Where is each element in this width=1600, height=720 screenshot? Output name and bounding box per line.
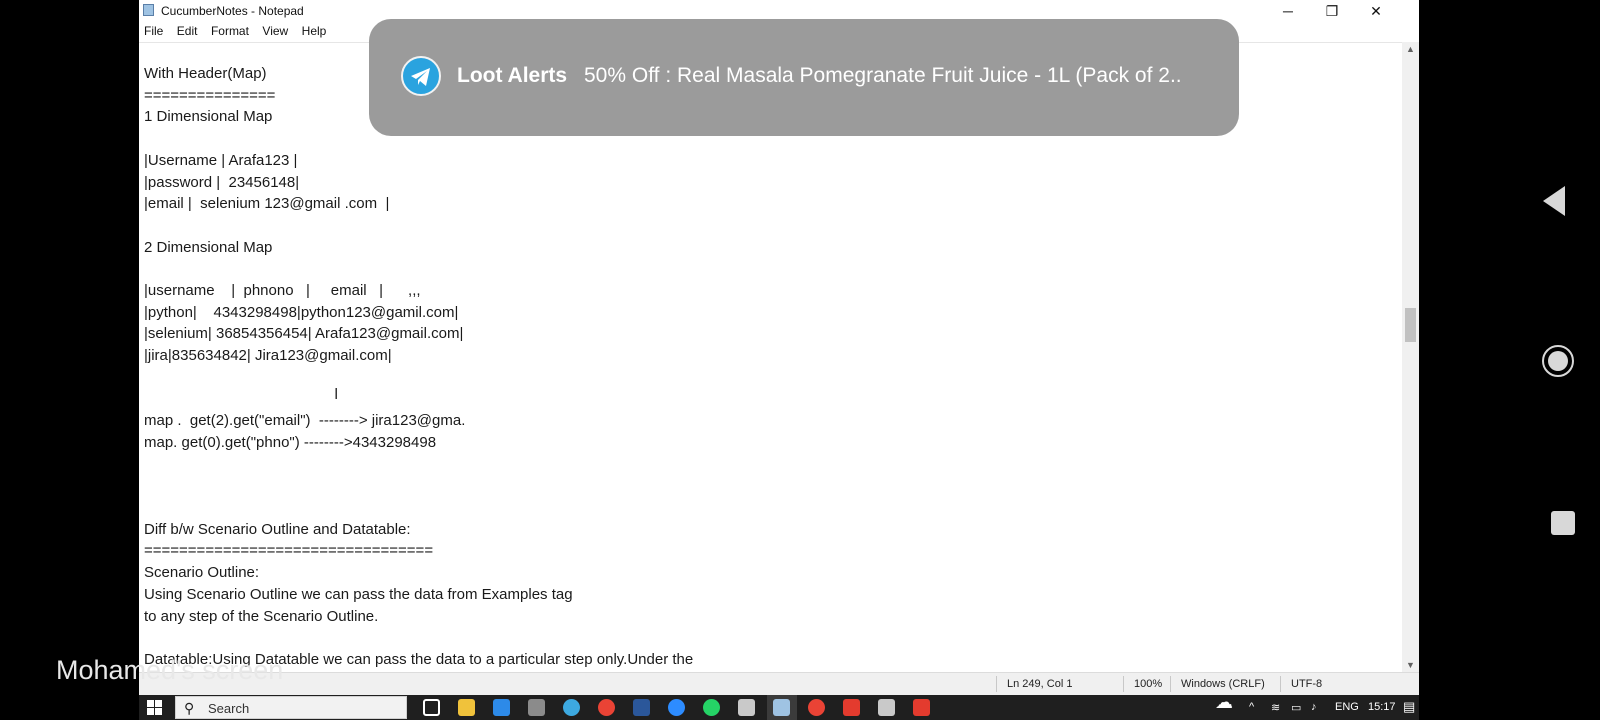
line-ending: Windows (CRLF) <box>1181 678 1265 690</box>
app-2-icon[interactable] <box>878 699 895 716</box>
wps-icon[interactable] <box>843 699 860 716</box>
onedrive-icon[interactable]: ☁ <box>1215 692 1233 713</box>
status-divider <box>1123 676 1124 692</box>
word-icon[interactable] <box>633 699 650 716</box>
telegram-notification[interactable]: Loot Alerts 50% Off : Real Masala Pomegr… <box>369 19 1239 136</box>
battery-icon[interactable]: ▭ <box>1291 701 1301 714</box>
menu-format[interactable]: Format <box>207 22 253 38</box>
editor-line: |username | phnono | email | ,,, <box>144 282 421 299</box>
windows-taskbar: ⚲ Search ☁ ^ ≋ ▭ ♪ ENG 15:17 ▤ <box>139 692 1419 720</box>
restore-button[interactable]: ❐ <box>1311 0 1353 22</box>
editor-line: |selenium| 36854356454| Arafa123@gmail.c… <box>144 325 464 342</box>
android-back-icon[interactable] <box>1543 186 1565 216</box>
menu-view[interactable]: View <box>258 22 292 38</box>
editor-line: |email | selenium 123@gmail .com | <box>144 195 390 212</box>
editor-line: |Username | Arafa123 | <box>144 152 298 169</box>
encoding: UTF-8 <box>1291 678 1323 690</box>
telegram-icon <box>401 56 441 96</box>
settings-icon[interactable] <box>528 699 545 716</box>
editor-line: Using Scenario Outline we can pass the d… <box>144 586 573 603</box>
search-icon: ⚲ <box>184 700 195 716</box>
editor-line: map. get(0).get("phno") -------->4343298… <box>144 434 437 451</box>
chrome-icon[interactable] <box>598 699 615 716</box>
editor-line: =============== <box>144 87 276 104</box>
status-divider <box>996 676 997 692</box>
start-windows-icon[interactable] <box>147 700 162 715</box>
editor-line: map . get(2).get("email") --------> jira… <box>144 412 466 429</box>
clock[interactable]: 15:17 <box>1368 701 1396 713</box>
zoom-level: 100% <box>1134 678 1163 690</box>
android-recents-icon[interactable] <box>1551 511 1575 535</box>
notepad-icon[interactable] <box>773 699 790 716</box>
notification-message: 50% Off : Real Masala Pomegranate Fruit … <box>584 64 1182 87</box>
editor-line: ================================= <box>144 542 434 559</box>
taskbar-search[interactable]: ⚲ Search <box>175 696 407 719</box>
scroll-up-icon[interactable]: ▲ <box>1406 44 1415 54</box>
editor-line: Diff b/w Scenario Outline and Datatable: <box>144 521 411 538</box>
chevron-up-icon[interactable]: ^ <box>1249 701 1254 713</box>
menu-edit[interactable]: Edit <box>173 22 202 38</box>
notepad-icon <box>143 4 154 16</box>
editor-line: 1 Dimensional Map <box>144 108 273 125</box>
text-cursor-icon: I <box>334 386 339 403</box>
search-placeholder: Search <box>208 701 250 716</box>
edge-icon[interactable] <box>563 699 580 716</box>
window-title: CucumberNotes - Notepad <box>161 4 304 18</box>
editor-line: |python| 4343298498|python123@gamil.com| <box>144 304 459 321</box>
status-divider <box>1170 676 1171 692</box>
close-button[interactable]: ✕ <box>1355 0 1397 22</box>
menu-help[interactable]: Help <box>298 22 331 38</box>
vertical-scrollbar[interactable]: ▲ ▼ <box>1402 42 1419 672</box>
screen-share-label: Mohamed's screen <box>56 655 284 685</box>
status-divider <box>1280 676 1281 692</box>
zoom-icon[interactable] <box>668 699 685 716</box>
wifi-icon[interactable]: ≋ <box>1271 701 1280 714</box>
editor-line: to any step of the Scenario Outline. <box>144 608 379 625</box>
sticky-icon[interactable] <box>738 699 755 716</box>
volume-icon[interactable]: ♪ <box>1311 701 1317 713</box>
notification-center-icon[interactable]: ▤ <box>1403 699 1415 715</box>
chrome-2-icon[interactable] <box>808 699 825 716</box>
editor-line: |password | 23456148| <box>144 174 300 191</box>
notification-app-name: Loot Alerts <box>457 64 568 87</box>
file-explorer-icon[interactable] <box>458 699 475 716</box>
snipping-icon[interactable] <box>913 699 930 716</box>
editor-line: With Header(Map) <box>144 65 267 82</box>
editor-line: Scenario Outline: <box>144 564 260 581</box>
task-view-icon[interactable] <box>423 699 440 716</box>
menu-file[interactable]: File <box>140 22 167 38</box>
language-indicator[interactable]: ENG <box>1335 701 1359 713</box>
android-home-icon[interactable] <box>1542 345 1574 377</box>
whatsapp-icon[interactable] <box>703 699 720 716</box>
editor-line: |jira|835634842| Jira123@gmail.com| <box>144 347 392 364</box>
text-editor-area[interactable]: I With Header(Map) =============== 1 Dimen… <box>139 42 1402 673</box>
editor-line: 2 Dimensional Map <box>144 239 273 256</box>
mail-icon[interactable] <box>493 699 510 716</box>
minimize-button[interactable]: ─ <box>1267 0 1309 22</box>
scroll-thumb[interactable] <box>1405 308 1416 342</box>
cursor-position: Ln 249, Col 1 <box>1007 678 1073 690</box>
scroll-down-icon[interactable]: ▼ <box>1406 660 1415 670</box>
